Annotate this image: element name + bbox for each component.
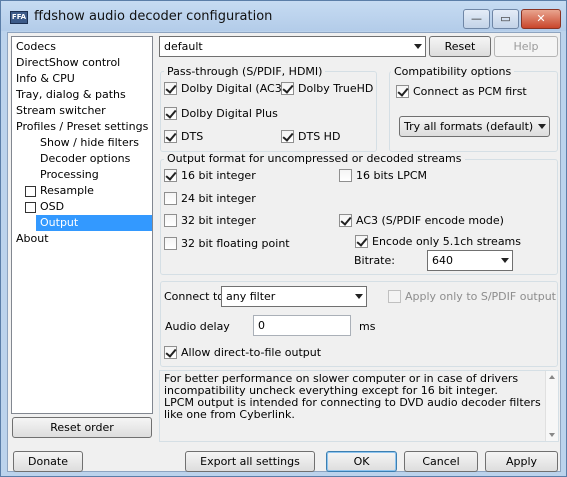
scroll-down-icon[interactable] (549, 433, 555, 437)
tree-item-decoder-options[interactable]: Decoder options (40, 151, 130, 167)
close-button[interactable]: ✕ (521, 9, 561, 29)
reset-order-button[interactable]: Reset order (12, 417, 152, 438)
minimize-button[interactable]: — (463, 9, 490, 29)
output-format-group-title: Output format for uncompressed or decode… (164, 152, 465, 165)
int16-label: 16 bit integer (181, 169, 256, 182)
chevron-down-icon (538, 124, 546, 129)
checkbox-box (164, 82, 177, 95)
window-title: ffdshow audio decoder configuration (34, 9, 273, 24)
tree-item-codecs[interactable]: Codecs (16, 39, 56, 55)
chevron-down-icon (355, 294, 363, 299)
checkbox-box (164, 169, 177, 182)
passthrough-group-title: Pass-through (S/PDIF, HDMI) (164, 65, 326, 78)
checkbox-box (164, 192, 177, 205)
settings-tree[interactable]: Codecs DirectShow control Info & CPU Tra… (11, 36, 153, 414)
direct-to-file-label: Allow direct-to-file output (181, 346, 322, 359)
title-bar[interactable]: FFA ffdshow audio decoder configuration … (1, 1, 566, 31)
chevron-down-icon (414, 44, 422, 49)
checkbox-box (164, 237, 177, 250)
export-all-settings-button[interactable]: Export all settings (185, 451, 315, 472)
tree-item-about[interactable]: About (16, 231, 49, 247)
connect-as-pcm-label: Connect as PCM first (413, 85, 527, 98)
encode-only-51-label: Encode only 5.1ch streams (372, 235, 521, 248)
float32-label: 32 bit floating point (181, 237, 290, 250)
resample-enable-checkbox[interactable] (25, 186, 36, 197)
checkbox-box (396, 85, 409, 98)
maximize-button[interactable]: ▭ (492, 9, 519, 29)
connect-to-value: any filter (226, 290, 276, 303)
dolby-digital-ac3-label: Dolby Digital (AC3) (181, 82, 287, 95)
checkbox-box (164, 346, 177, 359)
tree-item-resample[interactable]: Resample (40, 183, 94, 199)
ac3-encode-label: AC3 (S/PDIF encode mode) (356, 214, 504, 227)
apply-button[interactable]: Apply (485, 451, 558, 472)
cancel-button[interactable]: Cancel (404, 451, 478, 472)
checkbox-box (355, 235, 368, 248)
tree-item-info-cpu[interactable]: Info & CPU (16, 71, 75, 87)
connect-to-dropdown[interactable]: any filter (221, 286, 367, 307)
reset-button[interactable]: Reset (429, 36, 491, 57)
lpcm16-label: 16 bits LPCM (356, 169, 428, 182)
dts-hd-label: DTS HD (298, 130, 341, 143)
checkbox-box (281, 82, 294, 95)
dolby-truehd-label: Dolby TrueHD (298, 82, 374, 95)
checkbox-box (339, 214, 352, 227)
tree-item-osd[interactable]: OSD (40, 199, 64, 215)
dialog-window: FFA ffdshow audio decoder configuration … (0, 0, 567, 477)
ok-button[interactable]: OK (326, 451, 397, 472)
format-mode-value: Try all formats (default) (404, 120, 534, 133)
checkbox-box (164, 107, 177, 120)
ffdshow-app-icon: FFA (10, 11, 28, 24)
checkbox-box (164, 130, 177, 143)
int32-label: 32 bit integer (181, 214, 256, 227)
info-text: For better performance on slower compute… (164, 372, 541, 421)
donate-button[interactable]: Donate (13, 451, 83, 472)
compatibility-group-title: Compatibility options (391, 65, 515, 78)
tree-item-stream-switcher[interactable]: Stream switcher (16, 103, 106, 119)
info-scrollbar[interactable] (545, 371, 558, 441)
audio-delay-input[interactable]: 0 (253, 315, 351, 336)
osd-enable-checkbox[interactable] (25, 202, 36, 213)
tree-item-directshow-control[interactable]: DirectShow control (16, 55, 120, 71)
spdif-only-label: Apply only to S/PDIF output (405, 290, 556, 303)
checkbox-box (281, 130, 294, 143)
help-button[interactable]: Help (494, 36, 558, 57)
dolby-digital-plus-label: Dolby Digital Plus (181, 107, 278, 120)
checkbox-box (388, 290, 401, 303)
tree-item-processing[interactable]: Processing (40, 167, 99, 183)
tree-item-profiles-presets[interactable]: Profiles / Preset settings (16, 119, 148, 135)
info-text-box[interactable]: For better performance on slower compute… (159, 370, 559, 442)
tree-item-output[interactable]: Output (36, 215, 152, 231)
preset-dropdown[interactable]: default (159, 36, 426, 57)
tree-item-tray-dialog-paths[interactable]: Tray, dialog & paths (16, 87, 126, 103)
connect-to-label: Connect to: (164, 290, 228, 303)
dts-label: DTS (181, 130, 204, 143)
format-mode-dropdown[interactable]: Try all formats (default) (399, 116, 550, 137)
scroll-up-icon[interactable] (549, 375, 555, 379)
bitrate-value: 640 (432, 254, 453, 267)
audio-delay-label: Audio delay (165, 320, 230, 333)
audio-delay-unit: ms (359, 320, 376, 333)
bitrate-dropdown[interactable]: 640 (427, 250, 513, 271)
checkbox-box (164, 214, 177, 227)
preset-dropdown-value: default (164, 40, 203, 53)
dialog-client-area: Codecs DirectShow control Info & CPU Tra… (7, 32, 561, 472)
int24-label: 24 bit integer (181, 192, 256, 205)
tree-item-show-hide-filters[interactable]: Show / hide filters (40, 135, 139, 151)
bitrate-label: Bitrate: (354, 254, 395, 267)
checkbox-box (339, 169, 352, 182)
chevron-down-icon (501, 258, 509, 263)
